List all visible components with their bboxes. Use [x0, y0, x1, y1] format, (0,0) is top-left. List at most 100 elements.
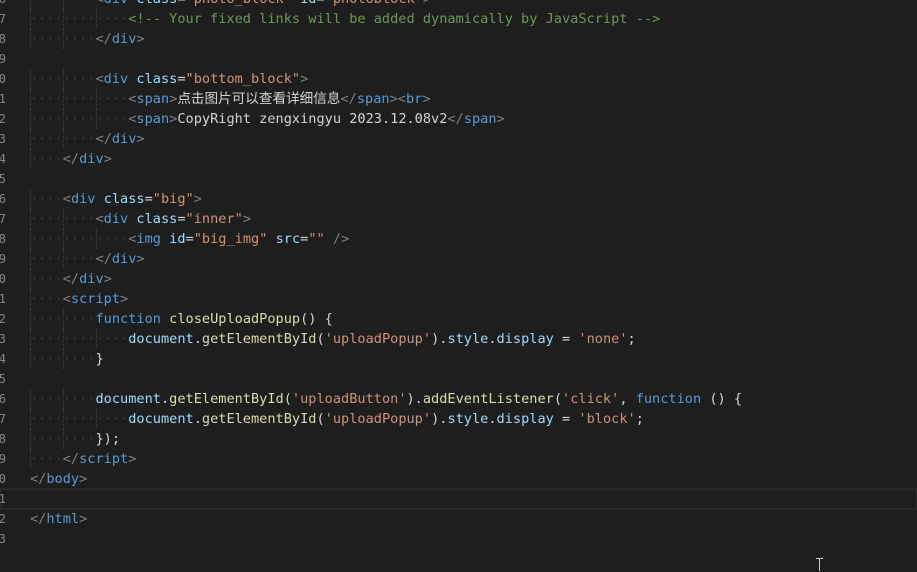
code-text: ····<div class="big">	[30, 189, 202, 209]
code-line[interactable]: 6········<div class="photo_block" id="ph…	[0, 0, 917, 9]
line-number: 9	[0, 52, 6, 66]
code-token: >	[136, 31, 145, 47]
code-token: ><	[389, 91, 406, 107]
code-text: ····</script>	[30, 449, 136, 469]
code-token: =	[144, 191, 153, 207]
indent-whitespace-dots: ············	[30, 11, 129, 27]
indent-whitespace-dots: ············	[30, 411, 129, 427]
code-token: "big"	[152, 191, 194, 207]
code-line[interactable]: 9	[0, 49, 917, 69]
code-token: id	[300, 0, 316, 7]
code-line[interactable]: 3 ········</div>	[0, 129, 917, 149]
code-token: </	[30, 471, 47, 487]
code-token: </	[62, 271, 80, 287]
code-line[interactable]: 2 ············<span>CopyRight zengxingyu …	[0, 109, 917, 129]
line-number: 9	[0, 252, 6, 266]
code-token: >	[300, 71, 309, 87]
code-line[interactable]: 9 ····</script>	[0, 449, 917, 469]
line-number: 6	[0, 392, 6, 406]
code-line[interactable]: 1 ············<span>点击图片可以查看详细信息</span><b…	[0, 89, 917, 109]
code-line[interactable]: 7 ········<div class="inner">	[0, 209, 917, 229]
code-line[interactable]: 5	[0, 369, 917, 389]
code-line[interactable]: 8 ············<img id="big_img" src="" />	[0, 229, 917, 249]
code-token: .	[488, 411, 497, 427]
code-token: 'none'	[578, 331, 628, 347]
code-token: span	[136, 111, 170, 127]
code-token: </	[447, 111, 464, 127]
line-number: 3	[0, 532, 6, 546]
code-line[interactable]: 5	[0, 169, 917, 189]
code-token: ;	[635, 411, 644, 427]
code-token: src	[275, 231, 301, 247]
current-line[interactable]: 1	[0, 488, 917, 510]
code-token: >	[136, 131, 145, 147]
code-line[interactable]: 0 </body>	[0, 469, 917, 489]
code-token: >	[103, 151, 112, 167]
code-line[interactable]: 4 ····</div>	[0, 149, 917, 169]
indent-whitespace-dots: ············	[30, 111, 129, 127]
code-token: style	[447, 411, 489, 427]
code-token: </	[95, 131, 112, 147]
code-line[interactable]: 4 ········}	[0, 349, 917, 369]
code-editor[interactable]: 6········<div class="photo_block" id="ph…	[0, 0, 917, 549]
code-text: ········</div>	[30, 249, 145, 269]
code-token: <	[95, 0, 103, 7]
code-token: () {	[300, 311, 333, 327]
code-text: ········});	[30, 429, 120, 449]
code-token: ;	[627, 331, 636, 347]
code-token: >	[120, 291, 129, 307]
code-line[interactable]: 1 ····<script>	[0, 289, 917, 309]
code-token: 'uploadPopup'	[324, 411, 432, 427]
code-token: 'uploadPopup'	[324, 331, 432, 347]
indent-whitespace-dots: ····	[30, 191, 63, 207]
code-token: CopyRight zengxingyu 2023.12.08v2	[177, 111, 448, 127]
code-token: =	[177, 211, 186, 227]
code-token: class	[103, 191, 145, 207]
code-token: span	[356, 91, 390, 107]
code-line[interactable]: 6 ····<div class="big">	[0, 189, 917, 209]
code-text: ········</div>	[30, 29, 145, 49]
code-token: div	[104, 0, 129, 7]
code-token: .	[193, 331, 202, 347]
code-token: </	[62, 151, 80, 167]
code-text: ············<img id="big_img" src="" />	[30, 229, 349, 249]
code-token: >	[193, 191, 202, 207]
code-text: ····</div>	[30, 149, 112, 169]
code-text: </body>	[30, 469, 87, 489]
code-token: (	[553, 391, 563, 407]
code-line[interactable]: 0 ········<div class="bottom_block">	[0, 69, 917, 89]
code-token: =	[177, 0, 185, 7]
code-line[interactable]: 3	[0, 529, 917, 549]
code-line[interactable]: 0 ····</div>	[0, 269, 917, 289]
code-line[interactable]: 6 ········document.getElementById('upload…	[0, 389, 917, 409]
code-token: =	[553, 331, 579, 347]
code-token: ,	[619, 391, 636, 407]
line-number: 4	[0, 352, 6, 366]
code-token: =	[185, 231, 194, 247]
code-line[interactable]: 2 </html>	[0, 509, 917, 529]
code-line[interactable]: 2 ········function closeUploadPopup() {	[0, 309, 917, 329]
code-token: >	[423, 0, 431, 7]
code-token: </	[30, 511, 47, 527]
code-line[interactable]: 3 ············document.getElementById('up…	[0, 329, 917, 349]
code-token: span	[136, 91, 170, 107]
code-token: div	[79, 271, 104, 287]
code-line[interactable]: 7 ············document.getElementById('up…	[0, 409, 917, 429]
indent-whitespace-dots: ········	[30, 0, 95, 7]
indent-whitespace-dots: ········	[30, 211, 96, 227]
indent-whitespace-dots: ········	[30, 131, 96, 147]
code-token: ).	[406, 391, 423, 407]
code-token: div	[111, 251, 137, 267]
code-token: "inner"	[185, 211, 243, 227]
code-line[interactable]: 7 ············<!-- Your fixed links will …	[0, 9, 917, 29]
code-token: div	[103, 211, 129, 227]
code-line[interactable]: 8 ········});	[0, 429, 917, 449]
code-line[interactable]: 8 ········</div>	[0, 29, 917, 49]
code-token: div	[111, 31, 137, 47]
code-token: () {	[701, 391, 743, 407]
code-token: });	[95, 431, 121, 447]
code-line[interactable]: 9 ········</div>	[0, 249, 917, 269]
code-text: ········</div>	[30, 129, 145, 149]
code-token: =	[177, 71, 186, 87]
